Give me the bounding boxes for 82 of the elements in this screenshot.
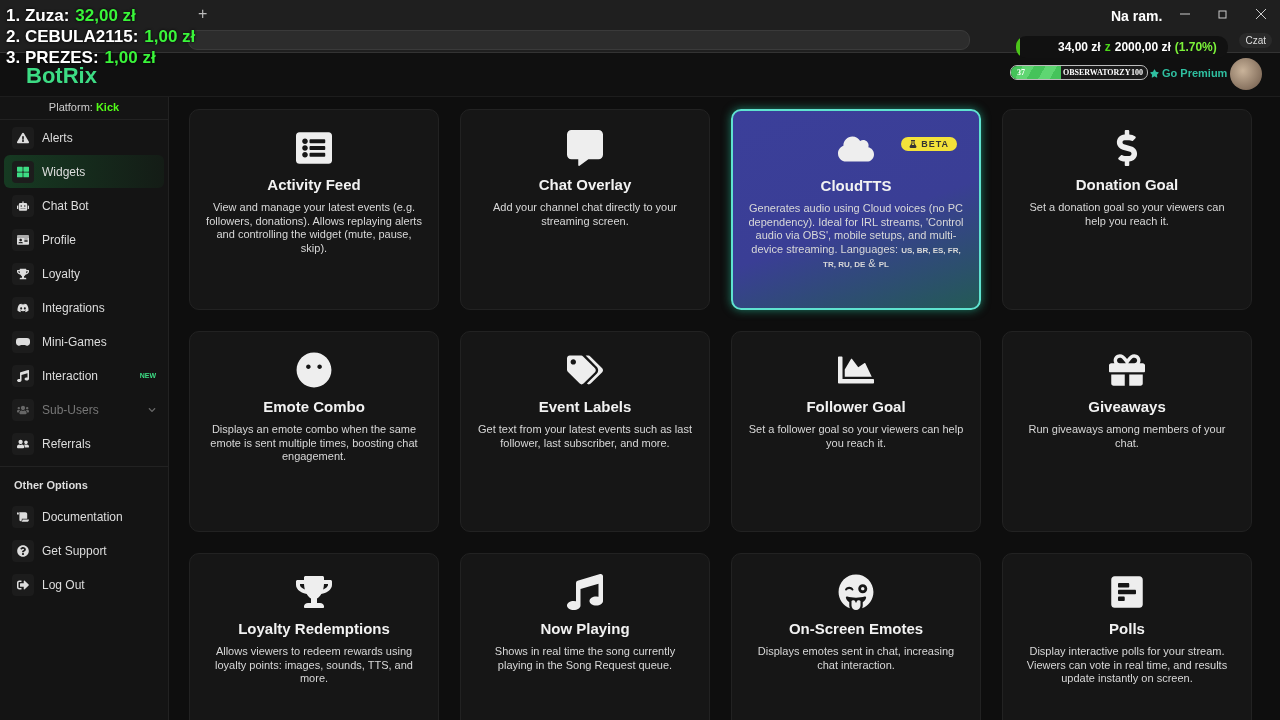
- sidebar-item[interactable]: Integrations: [4, 291, 164, 324]
- widget-title: Activity Feed: [267, 176, 361, 193]
- widget-description: Shows in real time the song currently playing in the Song Request queue.: [493, 645, 677, 672]
- widget-description: View and manage your latest events (e.g. followers, donations). Allows replaying alerts and controlling the widget (mute, pause, skip).: [205, 201, 423, 255]
- widget-card[interactable]: Emote Combo Displays an emote combo when the same emote is sent multiple times, boosting chat engagement.: [189, 331, 439, 532]
- widget-card[interactable]: Donation Goal Set a donation goal so your viewers can help you reach it.: [1002, 109, 1252, 310]
- widget-card[interactable]: Event Labels Get text from your latest events such as last follower, last subscriber, and more.: [460, 331, 710, 532]
- controller-icon: [17, 301, 29, 314]
- new-tab-button[interactable]: +: [198, 5, 208, 23]
- people-icon: [17, 437, 29, 450]
- help-icon: [17, 544, 29, 557]
- widget-title: Giveaways: [1088, 398, 1166, 415]
- widget-title: CloudTTS: [820, 177, 892, 194]
- sidebar-item[interactable]: Loyalty: [4, 257, 164, 290]
- premium-link[interactable]: Go Premium: [1150, 67, 1228, 79]
- leaderboard-entry: 2. CEBULA2115: 1,00 zł: [6, 27, 196, 47]
- sidebar-item[interactable]: Mini-Games: [4, 325, 164, 358]
- widget-description: Display interactive polls for your stream. Viewers can vote in real time, and results update instantly on screen.: [1025, 645, 1229, 686]
- widget-description: Allows viewers to redeem rewards using loyalty points: images, sounds, TTS, and more.: [214, 645, 414, 686]
- widget-card[interactable]: [731, 109, 981, 310]
- widget-title: Event Labels: [538, 398, 632, 415]
- section-heading: Other Options: [0, 466, 168, 499]
- chat-button[interactable]: Czat: [1239, 32, 1272, 48]
- widget-card[interactable]: Chat Overlay Add your channel chat directly to your streaming screen.: [460, 109, 710, 310]
- widget-title: Loyalty Redemptions: [238, 620, 390, 637]
- star-icon: [1150, 68, 1159, 78]
- widget-card[interactable]: Activity Feed View and manage your latest events (e.g. followers, donations). Allows replaying alerts and controlling the widget (mute, pause, skip).: [189, 109, 439, 310]
- overlay-caption: Na ram.: [1111, 8, 1163, 24]
- widget-card[interactable]: Giveaways Run giveaways among members of your chat.: [1002, 331, 1252, 532]
- widget-description: Add your channel chat directly to your streaming screen.: [491, 201, 678, 228]
- trophy-icon: [17, 267, 29, 280]
- sidebar-item[interactable]: Get Support: [4, 534, 164, 567]
- widget-card[interactable]: On-Screen Emotes Displays emotes sent in chat, increasing chat interaction.: [731, 553, 981, 720]
- scroll-icon: [17, 510, 29, 523]
- donation-goal-bar: 34,00 zł z 2000,00 zł (1.70%): [1016, 36, 1228, 58]
- id-card-icon: [17, 233, 29, 246]
- widget-title: Polls: [1109, 620, 1145, 637]
- logout-icon: [17, 578, 29, 591]
- users-icon: [17, 403, 29, 416]
- beta-badge: BETA: [901, 137, 957, 151]
- poll-icon: [1109, 574, 1145, 610]
- widget-description: Generates audio using Cloud voices (no PC dependency). Ideal for IRL streams, 'Control audio via OBS', mobile setups, and multi-device streaming. Languages: $_{US, BR, ES, FR,}$ $_{TR, RU, DE}$ & $_{PL}$: [747, 202, 965, 271]
- grid-icon: [17, 165, 29, 178]
- widget-card[interactable]: Polls Display interactive polls for your stream. Viewers can vote in real time, and results update instantly on screen.: [1002, 553, 1252, 720]
- widget-description: Displays an emote combo when the same emote is sent multiple times, boosting chat engagement.: [209, 423, 419, 464]
- music-note-icon: [17, 369, 29, 382]
- gift-icon: [1109, 352, 1145, 388]
- restore-icon[interactable]: [1218, 9, 1228, 19]
- sidebar-item[interactable]: Log Out: [4, 568, 164, 601]
- widget-card[interactable]: Follower Goal Set a follower goal so your viewers can help you reach it.: [731, 331, 981, 532]
- viewer-goal-bar: 37 OBSERWATORZY 100: [1010, 65, 1148, 80]
- warning-icon: [17, 131, 29, 144]
- speech-bubble-icon: [567, 130, 603, 166]
- sidebar-item[interactable]: Widgets: [4, 155, 164, 188]
- widget-description: Get text from your latest events such as last follower, last subscriber, and more.: [477, 423, 693, 450]
- gamepad-icon: [16, 335, 30, 348]
- face-icon: [296, 352, 332, 388]
- sidebar-item[interactable]: Chat Bot: [4, 189, 164, 222]
- widget-title: Chat Overlay: [538, 176, 632, 193]
- widget-title: Emote Combo: [263, 398, 365, 415]
- sidebar-item[interactable]: Profile: [4, 223, 164, 256]
- trophy-icon: [296, 574, 332, 610]
- widget-card[interactable]: Loyalty Redemptions Allows viewers to redeem rewards using loyalty points: images, sounds, TTS, and more.: [189, 553, 439, 720]
- sidebar-item[interactable]: Alerts: [4, 121, 164, 154]
- platform-indicator: Platform: Kick: [0, 97, 168, 120]
- widget-card[interactable]: Now Playing Shows in real time the song currently playing in the Song Request queue.: [460, 553, 710, 720]
- robot-icon: [17, 199, 29, 212]
- widget-description: Set a follower goal so your viewers can help you reach it.: [747, 423, 965, 450]
- widget-description: Displays emotes sent in chat, increasing chat interaction.: [756, 645, 956, 672]
- close-icon[interactable]: [1256, 9, 1266, 19]
- tongue-face-icon: [838, 574, 874, 610]
- widget-description: Set a donation goal so your viewers can help you reach it.: [1028, 201, 1226, 228]
- list-icon: [296, 130, 332, 166]
- leaderboard-entry: 1. Zuza: 32,00 zł: [6, 6, 136, 26]
- widget-title: Now Playing: [540, 620, 630, 637]
- widget-title: On-Screen Emotes: [788, 620, 924, 637]
- music-note-icon: [567, 574, 603, 610]
- sidebar-item[interactable]: Documentation: [4, 500, 164, 533]
- sidebar-item[interactable]: Referrals: [4, 427, 164, 460]
- widget-title: Donation Goal: [1075, 176, 1179, 193]
- widget-title: Follower Goal: [806, 398, 906, 415]
- widget-description: Run giveaways among members of your chat.: [1027, 423, 1227, 450]
